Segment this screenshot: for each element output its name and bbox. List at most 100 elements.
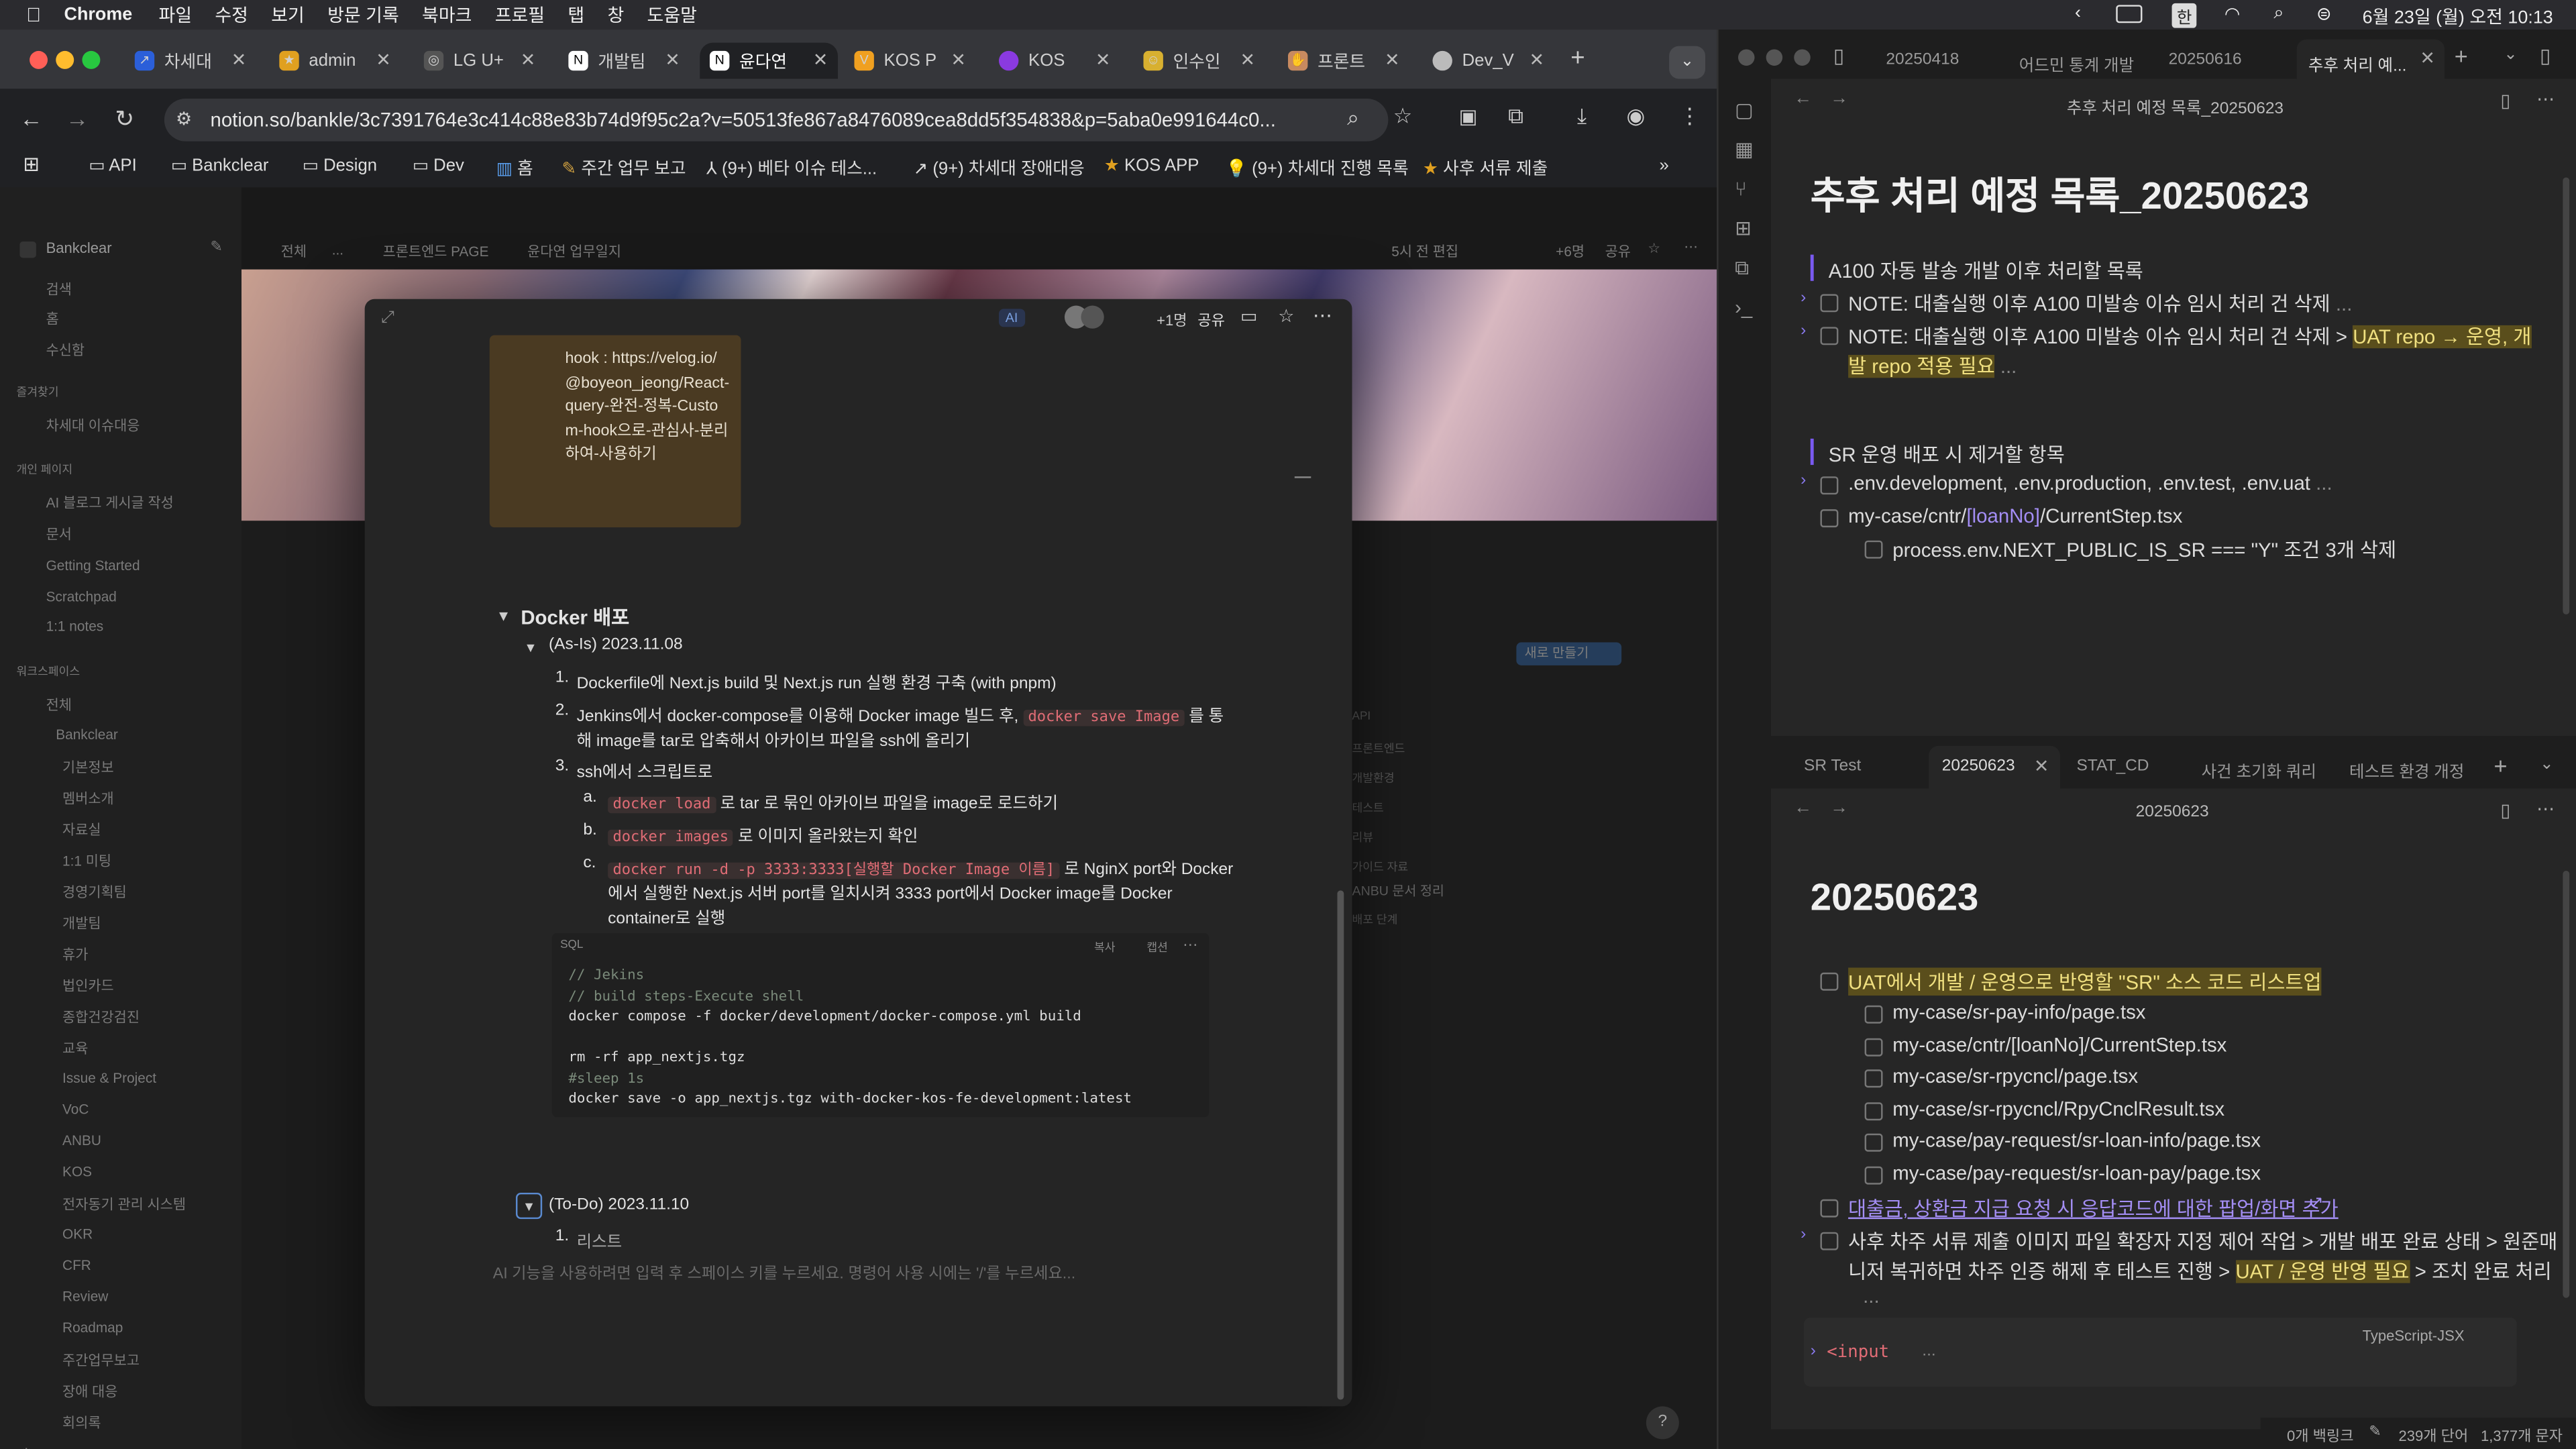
toggle-triangle-icon[interactable]: ▼ <box>515 1192 543 1220</box>
expand-icon[interactable]: ⤢ <box>381 309 394 327</box>
bookmark-folder-dev[interactable]: ▭ Dev <box>413 156 464 176</box>
menu-profile[interactable]: 프로필 <box>495 1 545 28</box>
task-checkbox[interactable] <box>1820 327 1839 345</box>
bookmark-weekly[interactable]: ✎ 주간 업무 보고 <box>562 156 686 181</box>
task-checkbox[interactable] <box>1864 1038 1883 1057</box>
close-tab-icon[interactable]: ✕ <box>813 49 828 70</box>
bookmark-incident[interactable]: ↗ (9+) 차세대 장애대응 <box>914 156 1085 181</box>
close-window-button[interactable] <box>30 50 48 69</box>
close-tab-icon[interactable]: ✕ <box>665 49 680 70</box>
chevron-down-icon[interactable]: ⌄ <box>2540 756 2554 774</box>
task-checkbox[interactable] <box>1820 972 1839 991</box>
scrollbar[interactable] <box>2563 177 2570 614</box>
bookmark-docs[interactable]: ★ 사후 서류 제출 <box>1423 156 1548 181</box>
sidebar-ws-item[interactable]: 기본정보 <box>62 757 114 777</box>
sidebar-private-item[interactable]: Scratchpad <box>46 588 117 604</box>
chevron-right-icon[interactable]: › <box>1811 1342 1816 1360</box>
search-icon[interactable]: ⌕ <box>2273 3 2284 25</box>
tab-2[interactable]: ★ admin ✕ <box>270 43 401 79</box>
scrollbar[interactable] <box>2563 870 2570 1298</box>
app-menu[interactable]: Chrome <box>64 5 133 24</box>
tab-3[interactable]: ◎ LG U+ ✕ <box>414 43 545 79</box>
copy-icon[interactable]: ⧉ <box>1735 256 1749 281</box>
empty-block-placeholder[interactable]: AI 기능을 사용하려면 입력 후 스페이스 키를 누르세요. 명령어 사용 시… <box>493 1260 1076 1283</box>
forward-icon[interactable]: → <box>66 105 89 131</box>
more-icon[interactable]: ⋯ <box>1313 304 1332 327</box>
help-icon[interactable]: ? <box>1646 1406 1679 1440</box>
obs-tab[interactable]: SR Test <box>1804 757 1861 775</box>
sidebar-fav-item[interactable]: 차세대 이슈대응 <box>46 416 140 435</box>
bookmark-folder-design[interactable]: ▭ Design <box>303 156 378 176</box>
bookmark-next-list[interactable]: 💡 (9+) 차세대 진행 목록 <box>1226 156 1409 181</box>
menu-history[interactable]: 방문 기록 <box>327 1 399 28</box>
scrollbar[interactable] <box>1337 890 1344 1400</box>
copy-code-button[interactable]: 복사 <box>1094 940 1116 956</box>
more-icon[interactable]: ⋯ <box>1684 238 1698 256</box>
toggle-triangle-icon[interactable]: ▼ <box>524 641 537 655</box>
sidebar-ws-item[interactable]: Issue & Project <box>62 1069 156 1085</box>
close-tab-icon[interactable]: ✕ <box>1240 49 1255 70</box>
canvas-icon[interactable]: ⊞ <box>1735 217 1752 239</box>
file-icon[interactable]: ▢ <box>1735 99 1754 121</box>
extensions-icon[interactable]: ⧉ <box>1508 103 1523 129</box>
obs-tab[interactable]: 20250418 <box>1886 51 1959 69</box>
more-icon[interactable]: ⋯ <box>2536 89 2555 110</box>
workspace-switcher[interactable]: Bankclear <box>46 240 112 256</box>
breadcrumb-item[interactable]: 윤다연 업무일지 <box>527 241 621 261</box>
share-button[interactable]: 공유 <box>1197 309 1225 330</box>
close-tab-icon[interactable]: ✕ <box>1529 49 1544 70</box>
new-tab-icon[interactable]: + <box>2455 43 2468 69</box>
minimize-window-button[interactable] <box>56 50 74 69</box>
task-checkbox[interactable] <box>1864 1069 1883 1088</box>
input-mode-indicator[interactable]: 한 <box>2171 3 2197 28</box>
sidebar-ws-item[interactable]: 전체 <box>46 695 72 714</box>
calendar-icon[interactable]: ▦ <box>1735 138 1754 161</box>
task-checkbox[interactable] <box>1820 509 1839 528</box>
close-tab-icon[interactable]: ✕ <box>1095 49 1111 70</box>
sidebar-private-item[interactable]: 1:1 notes <box>46 618 104 634</box>
favorite-star-icon[interactable]: ☆ <box>1648 240 1660 258</box>
menu-icon[interactable]: ⋮ <box>1679 103 1701 129</box>
site-info-icon[interactable]: ⚙ <box>176 109 192 129</box>
caption-button[interactable]: 캡션 <box>1146 940 1168 956</box>
bookmark-beta[interactable]: ⅄ (9+) 베타 이슈 테스... <box>706 156 877 181</box>
close-tab-icon[interactable]: ✕ <box>521 49 536 70</box>
obs-tab[interactable]: 테스트 환경 개정 <box>2349 757 2464 782</box>
sidebar-private-item[interactable]: AI 블로그 게시글 작성 <box>46 493 174 513</box>
comment-icon[interactable]: ▭ <box>1240 306 1257 327</box>
bookmark-folder-bankclear[interactable]: ▭ Bankclear <box>171 156 269 176</box>
favorite-star-icon[interactable]: ☆ <box>1278 306 1294 327</box>
sidebar-ws-item[interactable]: 법인카드 <box>62 976 114 996</box>
sidebar-ws-item[interactable]: 주간업무보고 <box>62 1350 140 1370</box>
sidebar-private-item[interactable]: Getting Started <box>46 557 140 573</box>
external-link[interactable]: 대출금, 상환금 지급 요청 시 응답코드에 대한 팝업/화면 추가 <box>1848 1194 2339 1222</box>
ai-badge[interactable]: AI <box>998 309 1025 327</box>
tab-10[interactable]: Dev_V ✕ <box>1423 43 1554 79</box>
obs-tab-active[interactable]: 20250623 ✕ <box>1929 745 2061 789</box>
wifi-icon[interactable]: ◠ <box>2224 3 2241 25</box>
close-window-button[interactable] <box>1738 49 1755 66</box>
sidebar-search[interactable]: 검색 <box>46 279 72 299</box>
tab-1[interactable]: ↗ 차세대 ✕ <box>125 43 256 79</box>
sidebar-ws-item[interactable]: 전자동기 관리 시스템 <box>62 1194 186 1214</box>
share-button[interactable]: 공유 <box>1605 241 1631 261</box>
sidebar-ws-item[interactable]: 장애 대응 <box>62 1382 117 1401</box>
terminal-icon[interactable]: ›_ <box>1735 296 1752 319</box>
task-checkbox[interactable] <box>1864 1102 1883 1121</box>
sidebar-inbox[interactable]: 수신함 <box>46 340 85 360</box>
sidebar-ws-item[interactable]: 개발팀 <box>62 914 101 933</box>
bookmark-star-icon[interactable]: ☆ <box>1393 103 1413 129</box>
chevron-right-icon[interactable]: › <box>1801 289 1806 307</box>
task-checkbox[interactable] <box>1864 1133 1883 1152</box>
right-sidebar-icon[interactable]: ▯ <box>2540 44 2551 67</box>
more-bookmarks-icon[interactable]: » <box>1659 156 1668 176</box>
menu-window[interactable]: 창 <box>607 1 624 28</box>
obs-tab[interactable]: 어드민 통계 개발 <box>2019 51 2134 76</box>
zoom-icon[interactable]: ⌕ <box>1347 105 1359 131</box>
reload-icon[interactable]: ↻ <box>115 105 134 133</box>
close-tab-icon[interactable]: ✕ <box>376 49 391 70</box>
sidebar-ws-item[interactable]: 교육 <box>62 1038 88 1058</box>
sidebar-private-item[interactable]: 문서 <box>46 524 72 543</box>
tab-6[interactable]: V KOS P ✕ <box>845 43 976 79</box>
code-language-select[interactable]: SQL <box>560 940 583 951</box>
